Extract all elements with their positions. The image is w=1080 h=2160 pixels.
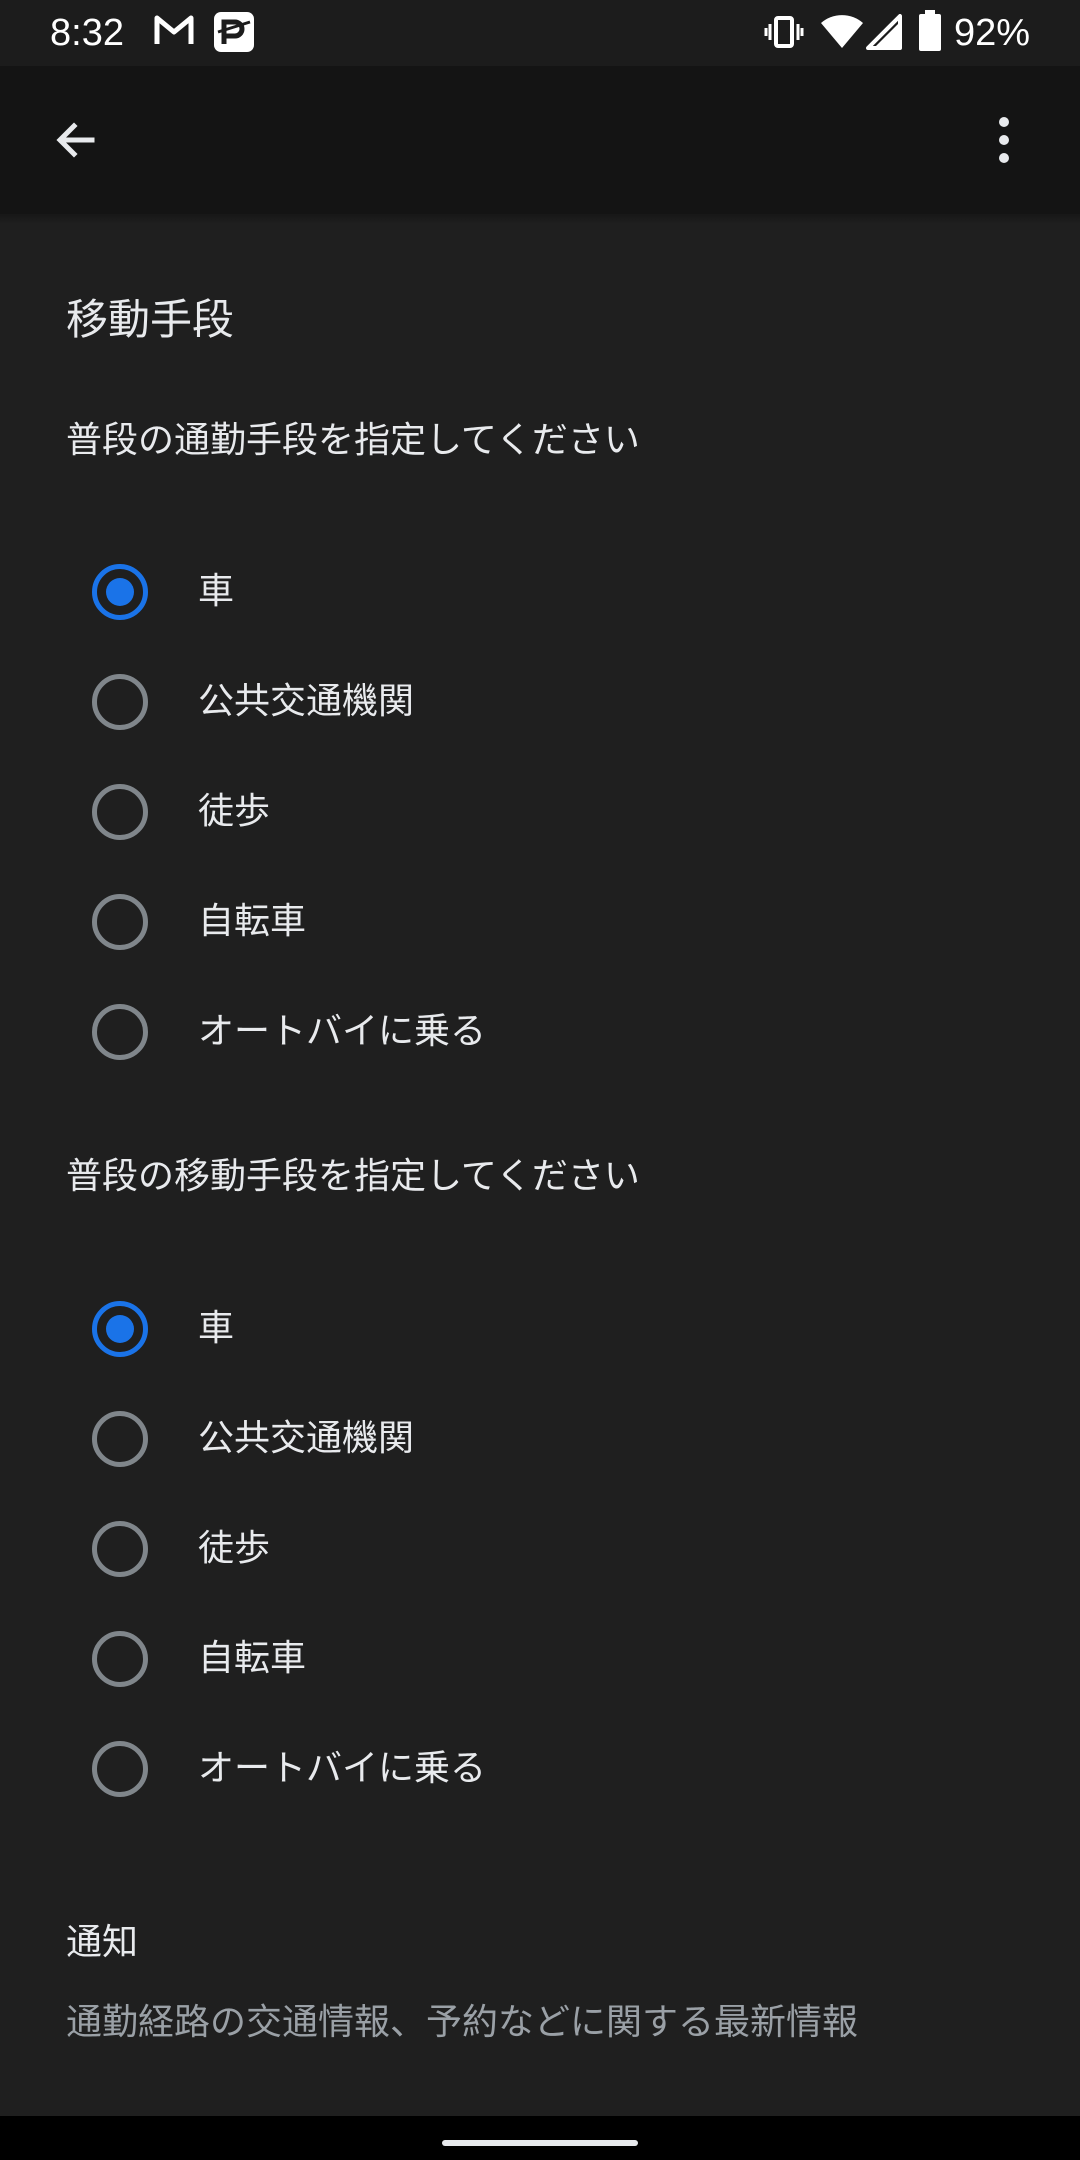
- commute-option-label: 徒歩: [198, 791, 271, 832]
- battery-icon: [918, 10, 942, 56]
- commute-option-label: 公共交通機関: [198, 681, 415, 722]
- radio-unchecked-icon[interactable]: [92, 674, 148, 730]
- gmail-icon: [154, 12, 194, 52]
- status-time: 8:32: [50, 12, 124, 54]
- commute-option-car[interactable]: 車: [66, 544, 1014, 640]
- notifications-description[interactable]: 通勤経路の交通情報、予約などに関する最新情報: [66, 1998, 858, 2048]
- radio-unchecked-icon[interactable]: [92, 1741, 148, 1797]
- arrow-back-icon: [56, 122, 95, 158]
- commute-option-label: 自転車: [198, 901, 307, 942]
- screen: 8:32 92% 移動手段 普段の通勤手段を指定してください 車 公共交通機関 …: [0, 0, 1080, 2160]
- section-title: 移動手段: [66, 295, 235, 344]
- travel-option-walk[interactable]: 徒歩: [66, 1501, 1014, 1597]
- navigation-bar: [0, 2116, 1080, 2160]
- home-gesture-handle[interactable]: [442, 2140, 638, 2146]
- travel-option-transit[interactable]: 公共交通機関: [66, 1391, 1014, 1487]
- radio-unchecked-icon[interactable]: [92, 1521, 148, 1577]
- travel-option-bicycle[interactable]: 自転車: [66, 1611, 1014, 1707]
- travel-option-label: 自転車: [198, 1638, 307, 1679]
- commute-option-walk[interactable]: 徒歩: [66, 764, 1014, 860]
- commute-option-label: オートバイに乗る: [198, 1011, 487, 1052]
- back-button[interactable]: [36, 100, 116, 180]
- radio-unchecked-icon[interactable]: [92, 894, 148, 950]
- travel-question: 普段の移動手段を指定してください: [66, 1156, 640, 1197]
- paypay-icon: [212, 10, 256, 58]
- travel-option-label: 徒歩: [198, 1528, 271, 1569]
- radio-unchecked-icon[interactable]: [92, 1411, 148, 1467]
- travel-option-label: 車: [198, 1308, 235, 1349]
- radio-checked-icon[interactable]: [92, 1301, 148, 1357]
- travel-option-label: 公共交通機関: [198, 1418, 415, 1459]
- radio-checked-icon[interactable]: [92, 564, 148, 620]
- cell-signal-icon: [866, 14, 902, 54]
- commute-question: 普段の通勤手段を指定してください: [66, 420, 640, 461]
- more-vert-icon: [999, 117, 1009, 163]
- commute-option-label: 車: [198, 571, 235, 612]
- commute-option-bicycle[interactable]: 自転車: [66, 874, 1014, 970]
- vibrate-icon: [764, 14, 804, 54]
- notifications-title[interactable]: 通知: [66, 1918, 138, 1968]
- travel-option-label: オートバイに乗る: [198, 1748, 487, 1789]
- radio-unchecked-icon[interactable]: [92, 1631, 148, 1687]
- commute-option-transit[interactable]: 公共交通機関: [66, 654, 1014, 750]
- status-bar: 8:32 92%: [0, 0, 1080, 66]
- app-bar: [0, 66, 1080, 220]
- more-options-button[interactable]: [964, 100, 1044, 180]
- app-bar-shadow: [0, 214, 1080, 224]
- battery-percentage: 92%: [953, 12, 1030, 54]
- radio-unchecked-icon[interactable]: [92, 1004, 148, 1060]
- radio-unchecked-icon[interactable]: [92, 784, 148, 840]
- commute-option-motorcycle[interactable]: オートバイに乗る: [66, 984, 1014, 1080]
- travel-option-car[interactable]: 車: [66, 1281, 1014, 1377]
- wifi-icon: [820, 14, 864, 54]
- travel-option-motorcycle[interactable]: オートバイに乗る: [66, 1721, 1014, 1817]
